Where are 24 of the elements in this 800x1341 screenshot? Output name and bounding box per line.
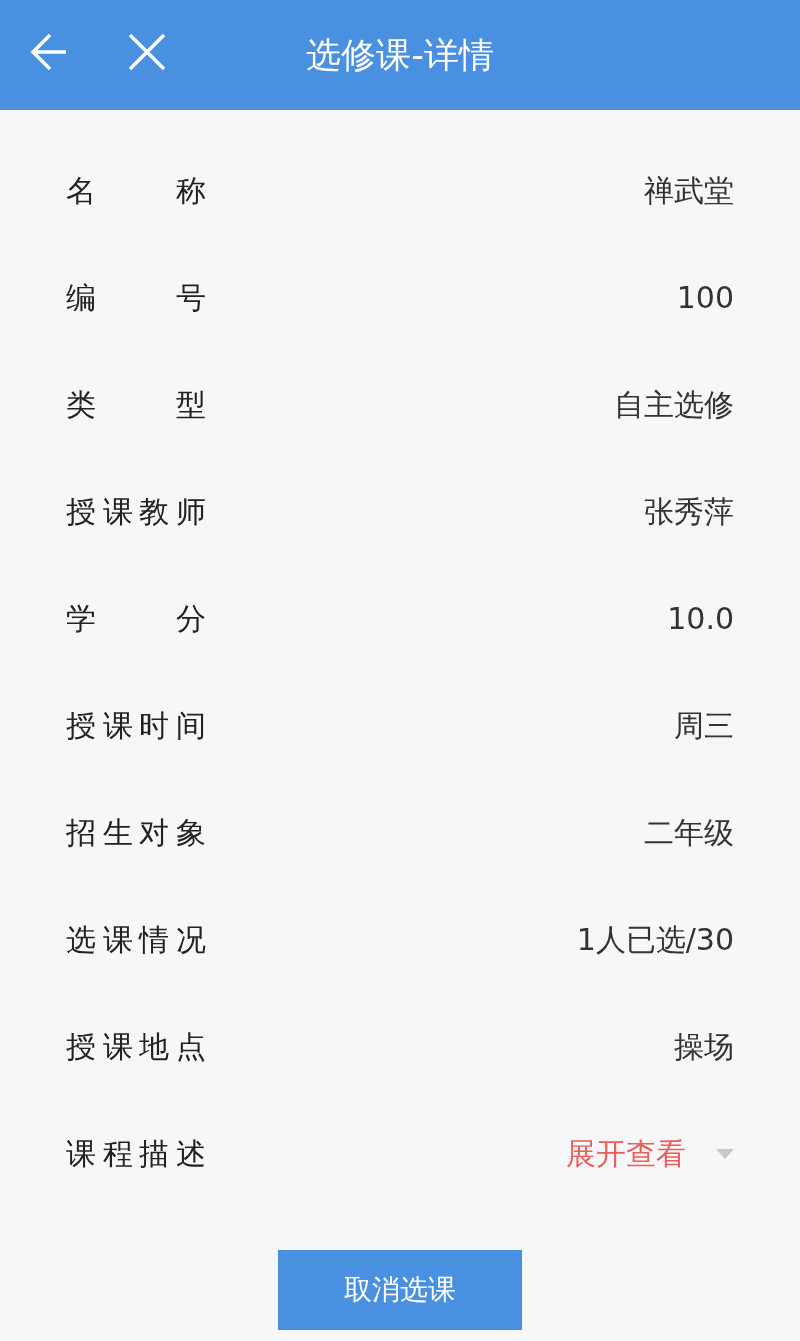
field-label: 选课情况 (66, 921, 206, 959)
field-value: 自主选修 (614, 386, 734, 424)
field-label: 类型 (66, 386, 206, 424)
field-value: 100 (676, 279, 734, 317)
field-label: 学分 (66, 600, 206, 638)
back-icon[interactable] (30, 32, 68, 72)
field-value: 操场 (674, 1028, 734, 1066)
field-value: 10.0 (667, 600, 734, 638)
field-value: 禅武堂 (644, 172, 734, 210)
close-icon[interactable] (128, 32, 166, 72)
field-value: 1人已选/30 (576, 921, 734, 959)
field-label: 编号 (66, 279, 206, 317)
expand-link[interactable]: 展开查看 (566, 1131, 686, 1176)
field-value: 二年级 (644, 814, 734, 852)
field-label: 招生对象 (66, 814, 206, 852)
field-value: 周三 (674, 707, 734, 745)
field-label: 名称 (66, 172, 206, 210)
field-value: 张秀萍 (644, 493, 734, 531)
page-title: 选修课-详情 (306, 33, 494, 77)
cancel-selection-button[interactable]: 取消选课 (278, 1250, 522, 1330)
field-label: 授课教师 (66, 493, 206, 531)
field-label: 授课地点 (66, 1028, 206, 1066)
field-label: 授课时间 (66, 707, 206, 745)
field-label: 课程描述 (66, 1135, 206, 1173)
